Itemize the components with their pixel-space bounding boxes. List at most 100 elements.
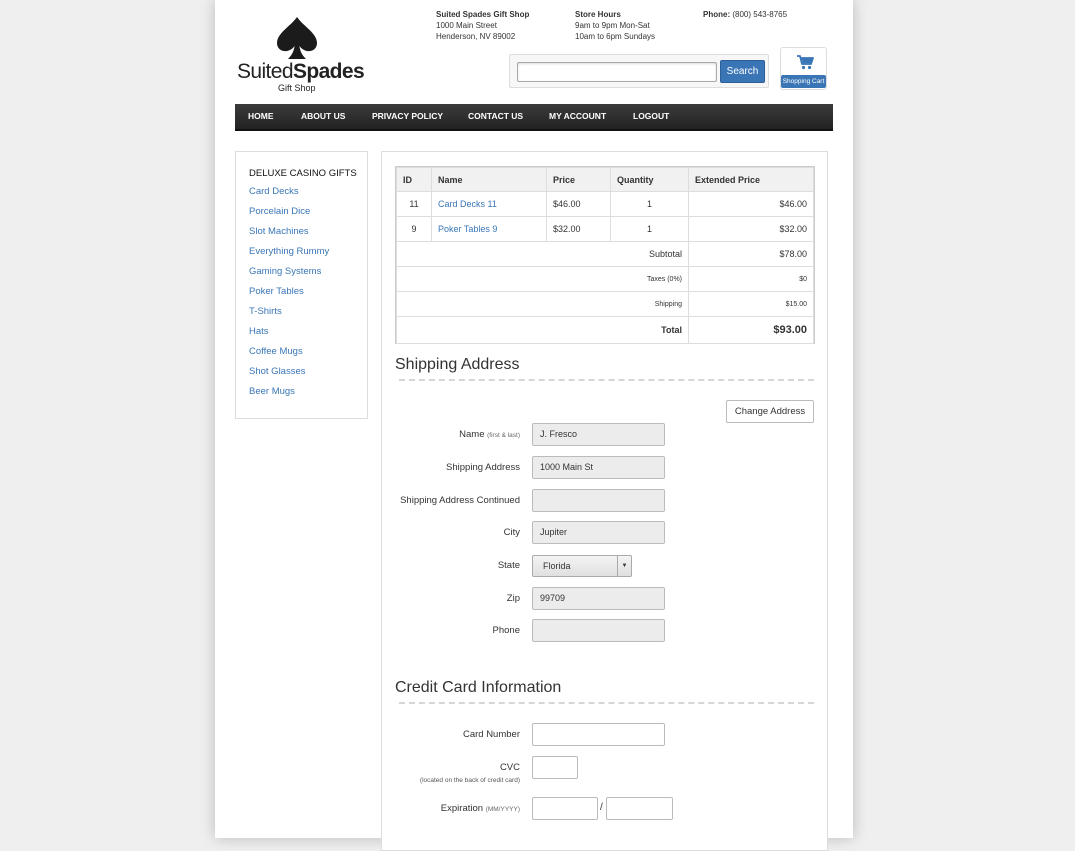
logo-subtitle: Gift Shop: [278, 83, 316, 93]
section-divider: [399, 702, 814, 704]
search-input[interactable]: [517, 62, 717, 82]
search-button[interactable]: Search: [720, 60, 765, 83]
expiration-label-text: Expiration: [440, 803, 484, 814]
logo-word-light: Suited: [237, 60, 294, 83]
zip-field[interactable]: 99709: [532, 587, 665, 610]
name-hint: (first & last): [487, 432, 520, 439]
name-field[interactable]: J. Fresco: [532, 423, 665, 446]
state-select[interactable]: Florida ▼: [532, 555, 632, 577]
shipping-value: $15.00: [688, 291, 814, 317]
row-name-link[interactable]: Card Decks 11: [431, 191, 547, 217]
total-row: Total $93.00: [396, 316, 814, 344]
sidebar-item-porcelain-dice[interactable]: Porcelain Dice: [249, 206, 310, 217]
main-nav: HOME ABOUT US PRIVACY POLICY CONTACT US …: [235, 104, 833, 131]
table-row: 11 Card Decks 11 $46.00 1 $46.00: [396, 191, 814, 217]
sidebar-heading: DELUXE CASINO GIFTS: [249, 168, 357, 179]
sidebar-item-slot-machines[interactable]: Slot Machines: [249, 226, 309, 237]
city-label: City: [503, 527, 520, 538]
table-header-row: ID Name Price Quantity Extended Price: [396, 167, 814, 192]
subtotal-row: Subtotal $78.00: [396, 241, 814, 267]
sidebar-item-shot-glasses[interactable]: Shot Glasses: [249, 366, 306, 377]
shopping-cart-button[interactable]: Shopping Cart: [780, 47, 827, 90]
total-value: $93.00: [688, 316, 814, 344]
shipping-address-label: Shipping Address: [446, 462, 520, 473]
sidebar-item-hats[interactable]: Hats: [249, 326, 269, 337]
row-price: $46.00: [546, 191, 611, 217]
cvc-note: (located on the back of credit card): [419, 777, 520, 784]
row-name-link[interactable]: Poker Tables 9: [431, 216, 547, 242]
sidebar-item-card-decks[interactable]: Card Decks: [249, 186, 299, 197]
expiration-month-field[interactable]: [532, 797, 598, 820]
logo-word-bold: Spades: [292, 60, 365, 83]
row-extended-price: $46.00: [688, 191, 814, 217]
shipping-address-field[interactable]: 1000 Main St: [532, 456, 665, 479]
total-label: Total: [396, 316, 689, 344]
row-quantity: 1: [610, 216, 689, 242]
col-id: ID: [396, 167, 432, 192]
spade-logo-icon[interactable]: [274, 16, 320, 60]
nav-about-us[interactable]: ABOUT US: [301, 104, 345, 129]
address-line-2: Henderson, NV 89002: [436, 32, 516, 41]
change-address-button[interactable]: Change Address: [726, 400, 814, 423]
sidebar-item-poker-tables[interactable]: Poker Tables: [249, 286, 304, 297]
sidebar-item-beer-mugs[interactable]: Beer Mugs: [249, 386, 295, 397]
sidebar-item-t-shirts[interactable]: T-Shirts: [249, 306, 282, 317]
checkout-panel: ID Name Price Quantity Extended Price 11…: [381, 151, 828, 851]
expiration-separator: /: [600, 802, 603, 813]
col-name: Name: [431, 167, 547, 192]
col-extended-price: Extended Price: [688, 167, 814, 192]
name-label: Name (first & last): [459, 429, 520, 440]
col-quantity: Quantity: [610, 167, 689, 192]
shipping-row: Shipping $15.00: [396, 291, 814, 317]
shopping-cart-icon: [797, 55, 814, 70]
shipping-label: Shipping: [396, 291, 689, 317]
sidebar-item-coffee-mugs[interactable]: Coffee Mugs: [249, 346, 303, 357]
cvc-label: CVC: [499, 762, 520, 773]
taxes-value: $0: [688, 266, 814, 292]
row-quantity: 1: [610, 191, 689, 217]
hours-line-2: 10am to 6pm Sundays: [575, 32, 656, 41]
zip-label: Zip: [506, 593, 520, 604]
nav-logout[interactable]: LOGOUT: [633, 104, 669, 129]
phone-field[interactable]: [532, 619, 665, 642]
taxes-label: Taxes (0%): [396, 266, 689, 292]
expiration-hint: (MM/YYYY): [485, 806, 520, 813]
page-container: SuitedSpades Gift Shop Suited Spades Gif…: [215, 0, 853, 851]
shipping-address-continued-label: Shipping Address Continued: [400, 495, 520, 506]
nav-my-account[interactable]: MY ACCOUNT: [549, 104, 606, 129]
logo-wordmark[interactable]: SuitedSpades: [237, 60, 365, 84]
shipping-address-continued-field[interactable]: [532, 489, 665, 512]
nav-contact-us[interactable]: CONTACT US: [468, 104, 523, 129]
expiration-year-field[interactable]: [606, 797, 673, 820]
nav-privacy-policy[interactable]: PRIVACY POLICY: [372, 104, 443, 129]
row-id: 11: [396, 191, 432, 217]
card-number-field[interactable]: [532, 723, 665, 746]
phone-value: (800) 543-8765: [732, 10, 788, 19]
row-id: 9: [396, 216, 432, 242]
city-field[interactable]: Jupiter: [532, 521, 665, 544]
hours-title: Store Hours: [575, 10, 621, 19]
taxes-row: Taxes (0%) $0: [396, 266, 814, 292]
nav-home[interactable]: HOME: [248, 104, 274, 129]
search-bar: Search: [509, 54, 769, 88]
shop-name: Suited Spades Gift Shop: [436, 10, 530, 19]
state-label: State: [497, 560, 520, 571]
row-price: $32.00: [546, 216, 611, 242]
address-line-1: 1000 Main Street: [436, 21, 497, 30]
name-label-text: Name: [459, 429, 485, 440]
sidebar-item-gaming-systems[interactable]: Gaming Systems: [249, 266, 321, 277]
sidebar-item-everything-rummy[interactable]: Everything Rummy: [249, 246, 329, 257]
state-select-value: Florida: [543, 561, 571, 571]
row-extended-price: $32.00: [688, 216, 814, 242]
cvc-field[interactable]: [532, 756, 578, 779]
subtotal-label: Subtotal: [396, 241, 689, 267]
store-address: Suited Spades Gift Shop 1000 Main Street…: [436, 9, 529, 42]
phone-label: Phone:: [703, 10, 731, 19]
section-divider: [399, 379, 814, 381]
phone-label: Phone: [492, 625, 520, 636]
expiration-label: Expiration (MM/YYYY): [441, 803, 520, 814]
category-sidebar: DELUXE CASINO GIFTS Card Decks Porcelain…: [235, 151, 368, 419]
store-hours: Store Hours 9am to 9pm Mon-Sat 10am to 6…: [575, 9, 655, 42]
store-phone: Phone: (800) 543-8765: [703, 9, 787, 20]
shopping-cart-label: Shopping Cart: [781, 75, 826, 88]
